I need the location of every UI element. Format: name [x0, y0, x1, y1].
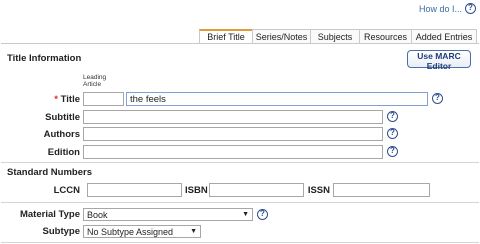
authors-help-icon[interactable]: ? [387, 128, 398, 139]
tab-bar: Brief Title Series/Notes Subjects Resour… [199, 29, 479, 43]
lccn-input[interactable] [87, 183, 182, 197]
title-label-wrap: * Title [1, 94, 80, 105]
isbn-label: ISBN [185, 185, 208, 196]
material-type-select[interactable]: Book ▼ [83, 208, 253, 221]
subtype-value: No Subtype Assigned [87, 226, 174, 237]
leading-article-input[interactable] [83, 92, 124, 106]
edition-input[interactable] [83, 145, 383, 159]
title-label: Title [60, 94, 80, 105]
authors-input[interactable] [83, 127, 383, 141]
use-marc-editor-button[interactable]: Use MARC Editor [407, 50, 471, 71]
authors-label: Authors [43, 129, 80, 140]
tab-series-notes[interactable]: Series/Notes [252, 29, 311, 43]
edition-label: Edition [47, 147, 80, 158]
chevron-down-icon: ▼ [242, 211, 249, 218]
isbn-input[interactable] [209, 183, 304, 197]
help-icon[interactable]: ? [465, 3, 476, 14]
tab-subjects[interactable]: Subjects [310, 29, 360, 43]
material-type-value: Book [87, 209, 108, 220]
standard-numbers-heading: Standard Numbers [7, 167, 92, 178]
subtype-label: Subtype [42, 226, 80, 237]
section-divider [1, 202, 479, 203]
lccn-label: LCCN [53, 185, 80, 196]
section-divider [1, 162, 479, 163]
section-divider [1, 242, 479, 243]
brief-title-panel: Title Information Use MARC Editor Leadin… [1, 43, 479, 244]
tab-brief-title[interactable]: Brief Title [199, 29, 253, 43]
tab-added-entries[interactable]: Added Entries [411, 29, 477, 43]
title-information-heading: Title Information [7, 53, 82, 64]
material-type-label: Material Type [19, 209, 80, 220]
how-do-i-link[interactable]: How do I... ? [419, 3, 476, 14]
tab-resources[interactable]: Resources [359, 29, 412, 43]
subtitle-label: Subtitle [45, 112, 80, 123]
subtitle-help-icon[interactable]: ? [387, 111, 398, 122]
title-input[interactable] [126, 92, 428, 106]
chevron-down-icon: ▼ [190, 228, 197, 235]
subtype-select[interactable]: No Subtype Assigned ▼ [83, 225, 201, 238]
required-marker: * [54, 94, 58, 105]
material-type-help-icon[interactable]: ? [257, 209, 268, 220]
issn-input[interactable] [333, 183, 430, 197]
title-help-icon[interactable]: ? [432, 93, 443, 104]
issn-label: ISSN [307, 185, 330, 196]
subtitle-input[interactable] [83, 110, 383, 124]
leading-article-label: Leading Article [83, 74, 107, 88]
edition-help-icon[interactable]: ? [387, 146, 398, 157]
how-do-i-label: How do I... [418, 3, 462, 14]
